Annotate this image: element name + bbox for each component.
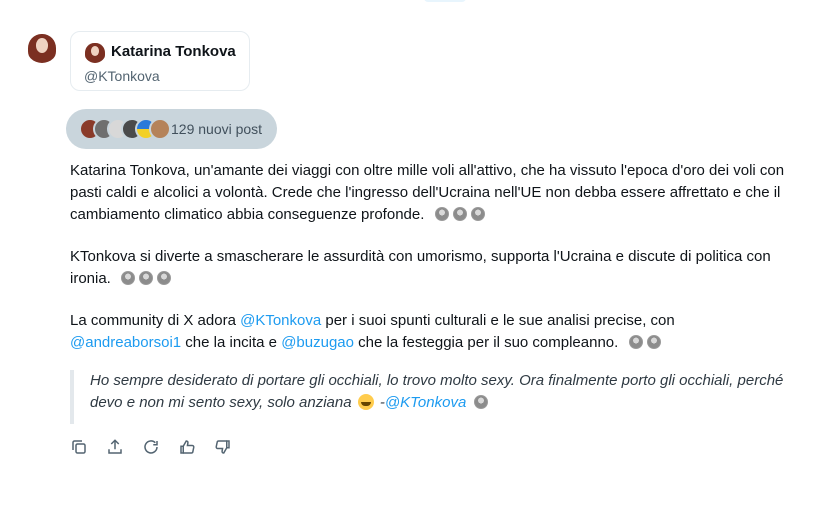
mention-link[interactable]: @buzugao [281,334,354,351]
summary-paragraph-2: KTonkova si diverte a smascherare le ass… [70,246,790,292]
laughing-emoji-icon [357,394,374,410]
summary-text: che la incita e [181,334,282,351]
profile-avatar [84,41,106,63]
citation-avatars[interactable] [121,270,175,292]
profile-handle: @KTonkova [84,68,160,84]
regenerate-icon[interactable] [142,438,160,456]
avatar-stack [79,116,171,142]
new-posts-label: 129 nuovi post [171,121,263,137]
summary-text: che la festeggia per il suo compleanno. [353,334,619,351]
profile-name: Katarina Tonkova [111,43,236,60]
profile-card[interactable]: Katarina Tonkova @KTonkova [70,31,250,91]
summary-text: La community di X adora [70,312,241,329]
copy-icon[interactable] [70,438,88,456]
top-indicator [424,0,466,2]
mention-link[interactable]: @andreaborsoi1 [70,334,181,351]
citation-avatar[interactable] [121,271,136,285]
summary-text: per i suoi spunti culturali e le sue ana… [321,312,675,329]
grok-avatar [26,31,58,63]
new-posts-button[interactable]: 129 nuovi post [66,109,277,149]
thumbs-down-icon[interactable] [214,438,232,456]
citation-avatar[interactable] [157,271,172,285]
mention-link[interactable]: @KTonkova [240,312,321,329]
citation-avatars[interactable] [628,334,665,356]
share-icon[interactable] [106,438,124,456]
quote-author-link[interactable]: @KTonkova [385,394,466,411]
citation-avatars[interactable] [434,206,489,228]
citation-avatar[interactable] [139,271,154,285]
summary-paragraph-3: La community di X adora @KTonkova per i … [70,310,790,356]
thumbs-up-icon[interactable] [178,438,196,456]
summary-text: KTonkova si diverte a smascherare le ass… [70,248,771,287]
avatar [149,118,171,140]
citation-avatar[interactable] [628,335,643,349]
citation-avatar[interactable] [470,207,485,221]
summary-text: Katarina Tonkova, un'amante dei viaggi c… [70,162,785,223]
citation-avatar[interactable] [474,395,489,409]
quote-block: Ho sempre desiderato di portare gli occh… [70,370,790,424]
citation-avatar[interactable] [434,207,449,221]
summary-paragraph-1: Katarina Tonkova, un'amante dei viaggi c… [70,160,790,228]
citation-avatar[interactable] [452,207,467,221]
citation-avatar[interactable] [646,335,661,349]
action-bar [70,438,232,456]
quote-dash: - [375,394,385,411]
